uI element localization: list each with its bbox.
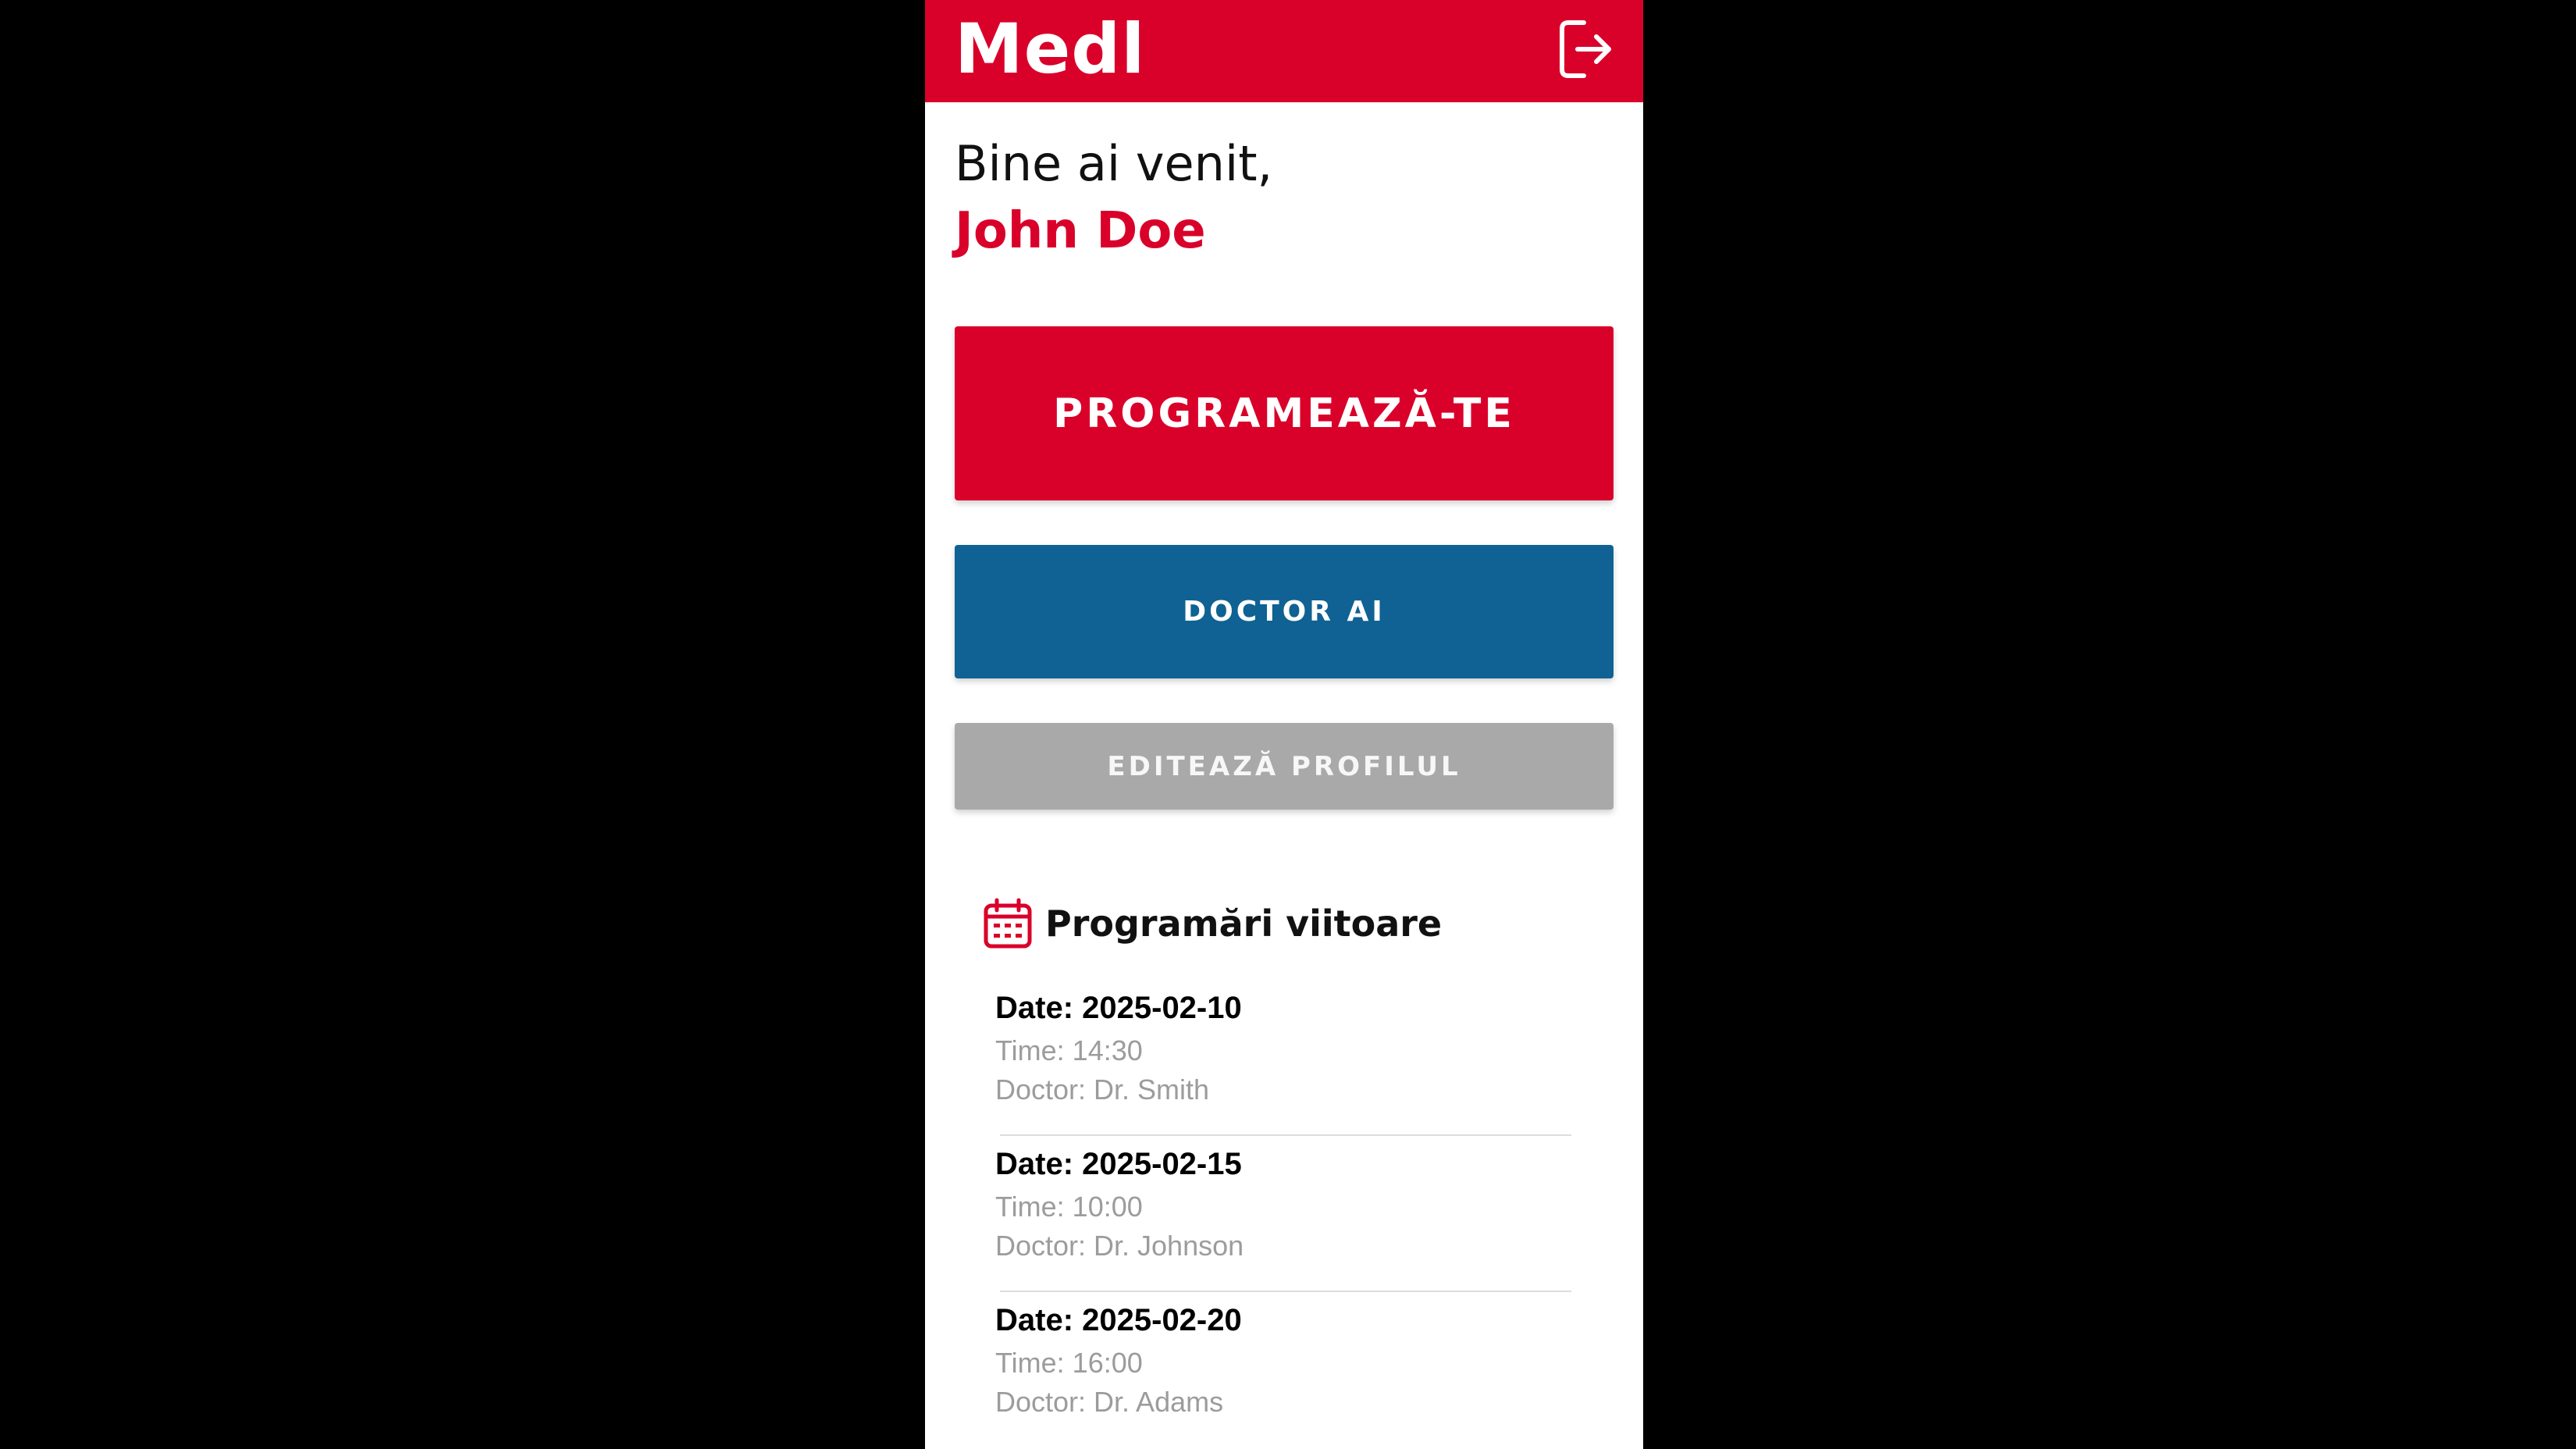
appointment-doctor: Doctor: Dr. Johnson [995, 1230, 1244, 1262]
logout-icon [1560, 20, 1611, 78]
calendar-icon [983, 898, 1034, 949]
list-item[interactable]: Date: 2025-02-10 Time: 14:30 Doctor: Dr.… [995, 980, 1573, 1136]
upcoming-appointments-header: Programări viitoare [983, 894, 1442, 953]
list-item[interactable]: Date: 2025-02-20 Time: 16:00 Doctor: Dr.… [995, 1292, 1573, 1448]
appointment-doctor: Doctor: Dr. Smith [995, 1073, 1210, 1105]
user-name: John Doe [955, 202, 1206, 260]
appointment-time: Time: 14:30 [995, 1034, 1143, 1066]
edit-profile-button[interactable]: EDITEAZĂ PROFILUL [955, 723, 1614, 810]
appointment-list: Date: 2025-02-10 Time: 14:30 Doctor: Dr.… [995, 980, 1573, 1448]
book-appointment-button[interactable]: PROGRAMEAZĂ-TE [955, 326, 1614, 500]
appointment-time: Time: 10:00 [995, 1191, 1143, 1223]
app-header: Medl [925, 0, 1643, 102]
section-title: Programări viitoare [1045, 903, 1443, 945]
list-item[interactable]: Date: 2025-02-15 Time: 10:00 Doctor: Dr.… [995, 1136, 1573, 1292]
appointment-doctor: Doctor: Dr. Adams [995, 1386, 1224, 1418]
appointment-date: Date: 2025-02-15 [995, 1147, 1242, 1181]
appointment-date: Date: 2025-02-20 [995, 1303, 1242, 1337]
logout-button[interactable] [1551, 14, 1621, 84]
app-screen: Medl Bine ai venit, John Doe PROGRAMEAZĂ… [925, 0, 1643, 1449]
doctor-ai-button[interactable]: DOCTOR AI [955, 545, 1614, 678]
appointment-date: Date: 2025-02-10 [995, 991, 1242, 1025]
app-title: Medl [955, 9, 1146, 89]
appointment-time: Time: 16:00 [995, 1347, 1143, 1379]
welcome-text: Bine ai venit, [955, 135, 1273, 192]
